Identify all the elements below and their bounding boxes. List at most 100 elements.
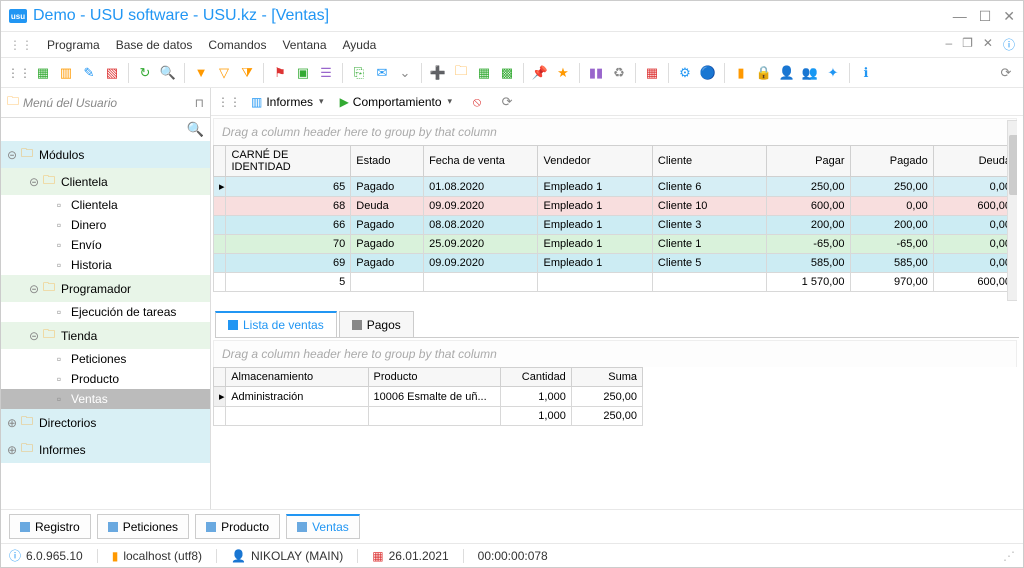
tree-directorios[interactable]: ⊕🗀Directorios xyxy=(1,409,210,436)
group-hint[interactable]: Drag a column header here to group by th… xyxy=(213,118,1017,145)
excel-icon[interactable]: ▦ xyxy=(473,62,495,84)
col-deuda[interactable]: Deuda xyxy=(933,146,1016,177)
edit-icon[interactable]: ✎ xyxy=(78,62,100,84)
col-producto[interactable]: Producto xyxy=(368,368,500,387)
lock-icon[interactable]: 🔒 xyxy=(753,62,775,84)
menu-comandos[interactable]: Comandos xyxy=(200,35,274,55)
star-icon[interactable]: ★ xyxy=(552,62,574,84)
table-header-row[interactable]: Almacenamiento Producto Cantidad Suma xyxy=(214,368,643,387)
stop-icon[interactable]: ⦸ xyxy=(466,91,488,113)
col-id[interactable]: CARNÉ DE IDENTIDAD xyxy=(226,146,351,177)
tree-item-dinero[interactable]: ▫Dinero xyxy=(1,215,210,235)
tree-item-producto[interactable]: ▫Producto xyxy=(1,369,210,389)
mail-icon[interactable]: ✉ xyxy=(371,62,393,84)
pin-icon[interactable]: ⊓ xyxy=(195,96,204,110)
informes-dropdown[interactable]: ▥Informes xyxy=(245,93,330,111)
collapse-icon[interactable]: ⟳ xyxy=(496,91,518,113)
minimize-button[interactable]: — xyxy=(953,8,967,25)
grip-icon: ⋮⋮ xyxy=(9,38,33,52)
rss-icon[interactable]: ▮ xyxy=(730,62,752,84)
col-suma[interactable]: Suma xyxy=(571,368,642,387)
calendar-icon[interactable]: ▦ xyxy=(641,62,663,84)
col-pagar[interactable]: Pagar xyxy=(767,146,850,177)
filter-icon[interactable]: ▼ xyxy=(190,62,212,84)
sales-table[interactable]: CARNÉ DE IDENTIDAD Estado Fecha de venta… xyxy=(213,145,1017,292)
add-icon[interactable]: ➕ xyxy=(427,62,449,84)
col-cliente[interactable]: Cliente xyxy=(652,146,766,177)
info-icon[interactable]: ℹ xyxy=(855,62,877,84)
tree-modulos[interactable]: ⊝🗀Módulos xyxy=(1,141,210,168)
doc-tab-registro[interactable]: Registro xyxy=(9,514,91,539)
export-icon[interactable]: ⎘ xyxy=(348,62,370,84)
col-almacen[interactable]: Almacenamiento xyxy=(226,368,368,387)
pin-icon[interactable]: 📌 xyxy=(529,62,551,84)
col-fecha[interactable]: Fecha de venta xyxy=(424,146,538,177)
table-row[interactable]: 70Pagado25.09.2020Empleado 1Cliente 1-65… xyxy=(214,235,1017,254)
menu-ayuda[interactable]: Ayuda xyxy=(335,35,385,55)
palette-icon[interactable]: 🔵 xyxy=(697,62,719,84)
image-icon[interactable]: ▣ xyxy=(292,62,314,84)
folder-icon[interactable]: 🗀 xyxy=(450,62,472,84)
tree-clientela[interactable]: ⊝🗀Clientela xyxy=(1,168,210,195)
table-header-row[interactable]: CARNÉ DE IDENTIDAD Estado Fecha de venta… xyxy=(214,146,1017,177)
flag-icon[interactable]: ⚑ xyxy=(269,62,291,84)
tree-item-clientela[interactable]: ▫Clientela xyxy=(1,195,210,215)
tab-lista-ventas[interactable]: Lista de ventas xyxy=(215,311,337,337)
doc-tab-ventas[interactable]: Ventas xyxy=(286,514,360,539)
tree-item-ventas[interactable]: ▫Ventas xyxy=(1,389,210,409)
filter3-icon[interactable]: ⧩ xyxy=(236,62,258,84)
search-icon[interactable]: 🔍 xyxy=(187,121,204,138)
table-row[interactable]: ▸Administración10006 Esmalte de uñ...1,0… xyxy=(214,387,643,407)
tool-icon[interactable]: ⌄ xyxy=(394,62,416,84)
col-vendedor[interactable]: Vendedor xyxy=(538,146,652,177)
tree-label: Informes xyxy=(39,443,86,457)
group-hint[interactable]: Drag a column header here to group by th… xyxy=(213,340,1017,367)
tree-item-historia[interactable]: ▫Historia xyxy=(1,255,210,275)
menu-programa[interactable]: Programa xyxy=(39,35,108,55)
doc-tab-producto[interactable]: Producto xyxy=(195,514,280,539)
recycle-icon[interactable]: ♻ xyxy=(608,62,630,84)
search-icon[interactable]: 🔍 xyxy=(157,62,179,84)
mdi-close-button[interactable]: ✕ xyxy=(983,36,993,53)
delete-icon[interactable]: ▧ xyxy=(101,62,123,84)
wand-icon[interactable]: ✦ xyxy=(822,62,844,84)
gear-icon[interactable]: ⚙ xyxy=(674,62,696,84)
maximize-button[interactable]: ☐ xyxy=(979,8,992,25)
users-icon[interactable]: 👥 xyxy=(799,62,821,84)
detail-grid: Drag a column header here to group by th… xyxy=(213,340,1017,507)
contacts-icon[interactable]: ▮▮ xyxy=(585,62,607,84)
table-row[interactable]: 69Pagado09.09.2020Empleado 1Cliente 5585… xyxy=(214,254,1017,273)
resize-grip-icon[interactable]: ⋰ xyxy=(1003,549,1015,563)
doc-tab-peticiones[interactable]: Peticiones xyxy=(97,514,189,539)
col-pagado[interactable]: Pagado xyxy=(850,146,933,177)
new-icon[interactable]: ▦ xyxy=(32,62,54,84)
col-estado[interactable]: Estado xyxy=(351,146,424,177)
open-icon[interactable]: ▥ xyxy=(55,62,77,84)
tree-item-envio[interactable]: ▫Envío xyxy=(1,235,210,255)
help-icon[interactable]: ⓘ xyxy=(1003,36,1015,53)
vertical-scrollbar[interactable] xyxy=(1007,120,1017,301)
filter2-icon[interactable]: ▽ xyxy=(213,62,235,84)
table-row[interactable]: ▸65Pagado01.08.2020Empleado 1Cliente 625… xyxy=(214,177,1017,197)
collapse-icon[interactable]: ⟳ xyxy=(995,62,1017,84)
tree-item-tareas[interactable]: ▫Ejecución de tareas xyxy=(1,302,210,322)
user-icon[interactable]: 👤 xyxy=(776,62,798,84)
tree-programador[interactable]: ⊝🗀Programador xyxy=(1,275,210,302)
tree-informes[interactable]: ⊕🗀Informes xyxy=(1,436,210,463)
tab-pagos[interactable]: Pagos xyxy=(339,311,414,337)
table-row[interactable]: 66Pagado08.08.2020Empleado 1Cliente 3200… xyxy=(214,216,1017,235)
menu-ventana[interactable]: Ventana xyxy=(274,35,334,55)
excel2-icon[interactable]: ▩ xyxy=(496,62,518,84)
menu-base-de-datos[interactable]: Base de datos xyxy=(108,35,201,55)
detail-table[interactable]: Almacenamiento Producto Cantidad Suma ▸A… xyxy=(213,367,643,426)
tree-item-peticiones[interactable]: ▫Peticiones xyxy=(1,349,210,369)
mdi-restore-button[interactable]: ❐ xyxy=(962,36,973,53)
bars-icon[interactable]: ☰ xyxy=(315,62,337,84)
col-cantidad[interactable]: Cantidad xyxy=(500,368,571,387)
table-row[interactable]: 68Deuda09.09.2020Empleado 1Cliente 10600… xyxy=(214,197,1017,216)
mdi-minimize-button[interactable]: – xyxy=(945,36,952,53)
comportamiento-dropdown[interactable]: ▶Comportamiento xyxy=(334,93,458,111)
close-button[interactable]: ✕ xyxy=(1003,8,1015,25)
refresh-icon[interactable]: ↻ xyxy=(134,62,156,84)
tree-tienda[interactable]: ⊝🗀Tienda xyxy=(1,322,210,349)
